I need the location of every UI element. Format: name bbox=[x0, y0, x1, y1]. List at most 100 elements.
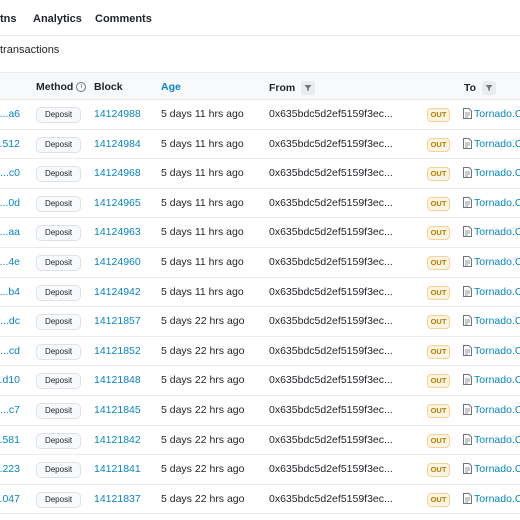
table-row: dc... Deposit 14121857 5 days 22 hrs ago 0x6… bbox=[0, 307, 520, 337]
from-address[interactable]: 0x635bdc5d2ef5159f3ec... bbox=[269, 434, 393, 446]
header-method: Method i bbox=[36, 81, 87, 93]
from-address[interactable]: 0x635bdc5d2ef5159f3ec... bbox=[269, 138, 393, 150]
table-row: a6... Deposit 14124988 5 days 11 hrs ago 0x6… bbox=[0, 100, 520, 130]
direction-badge: OUT bbox=[427, 108, 450, 122]
to-address-link[interactable]: Tornado.Ca bbox=[474, 315, 520, 327]
direction-badge: OUT bbox=[427, 315, 450, 330]
from-address[interactable]: 0x635bdc5d2ef5159f3ec... bbox=[269, 108, 393, 120]
txn-hash-link[interactable]: a6... bbox=[0, 108, 20, 120]
to-address-link[interactable]: Tornado.Ca bbox=[474, 463, 520, 475]
from-address[interactable]: 0x635bdc5d2ef5159f3ec... bbox=[269, 226, 393, 238]
table-row: c7... Deposit 14121845 5 days 22 hrs ago 0x6… bbox=[0, 396, 520, 426]
block-link[interactable]: 14121841 bbox=[94, 463, 141, 475]
table-row: 0d... Deposit 14124965 5 days 11 hrs ago 0x6… bbox=[0, 189, 520, 219]
header-age[interactable]: Age bbox=[161, 81, 181, 93]
block-link[interactable]: 14124942 bbox=[94, 286, 141, 298]
from-address[interactable]: 0x635bdc5d2ef5159f3ec... bbox=[269, 167, 393, 179]
method-badge: Deposit bbox=[36, 373, 81, 390]
from-address[interactable]: 0x635bdc5d2ef5159f3ec... bbox=[269, 345, 393, 357]
method-badge: Deposit bbox=[36, 402, 81, 419]
block-link[interactable]: 14121842 bbox=[94, 434, 141, 446]
method-badge: Deposit bbox=[36, 254, 81, 271]
to-address-link[interactable]: Tornado.Ca bbox=[474, 434, 520, 446]
txn-hash-link[interactable]: aa... bbox=[0, 226, 20, 238]
block-link[interactable]: 14121857 bbox=[94, 315, 141, 327]
from-address[interactable]: 0x635bdc5d2ef5159f3ec... bbox=[269, 374, 393, 386]
header-from: From bbox=[269, 81, 316, 95]
document-icon bbox=[463, 285, 472, 297]
from-filter-icon[interactable] bbox=[301, 81, 316, 95]
direction-badge: OUT bbox=[427, 167, 450, 182]
to-address-link[interactable]: Tornado.Ca bbox=[474, 374, 520, 386]
block-link[interactable]: 14121845 bbox=[94, 404, 141, 416]
tab-transactions[interactable]: tns bbox=[0, 13, 17, 25]
tab-comments[interactable]: Comments bbox=[95, 13, 152, 25]
to-address-link[interactable]: Tornado.Ca bbox=[474, 138, 520, 150]
txn-hash-link[interactable]: c7... bbox=[0, 404, 20, 416]
block-link[interactable]: 14121837 bbox=[94, 493, 141, 505]
from-address[interactable]: 0x635bdc5d2ef5159f3ec... bbox=[269, 404, 393, 416]
to-address-link[interactable]: Tornado.Ca bbox=[474, 345, 520, 357]
to-filter-icon[interactable] bbox=[482, 81, 497, 95]
document-icon bbox=[463, 255, 472, 267]
direction-badge: OUT bbox=[427, 403, 450, 418]
direction-badge: OUT bbox=[427, 137, 450, 152]
document-icon bbox=[463, 167, 472, 179]
from-address[interactable]: 0x635bdc5d2ef5159f3ec... bbox=[269, 493, 393, 505]
method-badge: Deposit bbox=[36, 166, 81, 183]
block-link[interactable]: 14124968 bbox=[94, 167, 141, 179]
txn-hash-link[interactable]: 0d... bbox=[0, 197, 20, 209]
txn-hash-link[interactable]: 047... bbox=[0, 493, 20, 505]
txn-hash-link[interactable]: 581... bbox=[0, 434, 20, 446]
age-text: 5 days 22 hrs ago bbox=[161, 315, 245, 328]
to-address-link[interactable]: Tornado.Ca bbox=[474, 256, 520, 268]
txn-hash-link[interactable]: b4... bbox=[0, 286, 20, 298]
to-address-link[interactable]: Tornado.Ca bbox=[474, 108, 520, 120]
document-icon bbox=[463, 344, 472, 356]
from-address[interactable]: 0x635bdc5d2ef5159f3ec... bbox=[269, 463, 393, 475]
to-address-link[interactable]: Tornado.Ca bbox=[474, 404, 520, 416]
to-address-link[interactable]: Tornado.Ca bbox=[474, 226, 520, 238]
to-address-link[interactable]: Tornado.Ca bbox=[474, 493, 520, 505]
from-address[interactable]: 0x635bdc5d2ef5159f3ec... bbox=[269, 256, 393, 268]
block-link[interactable]: 14124984 bbox=[94, 138, 141, 150]
direction-badge: OUT bbox=[427, 196, 450, 211]
txn-hash-link[interactable]: d10... bbox=[0, 374, 20, 386]
block-link[interactable]: 14124960 bbox=[94, 256, 141, 268]
table-row: 047... Deposit 14121837 5 days 22 hrs ago 0x… bbox=[0, 485, 520, 515]
txn-hash-link[interactable]: 223... bbox=[0, 463, 20, 475]
from-address[interactable]: 0x635bdc5d2ef5159f3ec... bbox=[269, 197, 393, 209]
direction-badge: OUT bbox=[427, 492, 450, 507]
txn-hash-link[interactable]: 4e... bbox=[0, 256, 20, 268]
block-link[interactable]: 14121848 bbox=[94, 374, 141, 386]
block-link[interactable]: 14121852 bbox=[94, 345, 141, 357]
block-link[interactable]: 14124965 bbox=[94, 197, 141, 209]
age-text: 5 days 11 hrs ago bbox=[161, 196, 244, 209]
txn-hash-link[interactable]: cd... bbox=[0, 345, 20, 357]
to-address-link[interactable]: Tornado.Ca bbox=[474, 167, 520, 179]
txn-hash-link[interactable]: dc... bbox=[0, 315, 20, 327]
to-address-link[interactable]: Tornado.Ca bbox=[474, 197, 520, 209]
table-row: 581... Deposit 14121842 5 days 22 hrs ago 0x… bbox=[0, 426, 520, 456]
info-circle-icon[interactable]: i bbox=[76, 82, 87, 92]
block-link[interactable]: 14124963 bbox=[94, 226, 141, 238]
age-text: 5 days 22 hrs ago bbox=[161, 374, 245, 387]
method-badge: Deposit bbox=[36, 225, 81, 242]
method-badge: Deposit bbox=[36, 314, 81, 331]
txn-hash-link[interactable]: c0... bbox=[0, 167, 20, 179]
from-address[interactable]: 0x635bdc5d2ef5159f3ec... bbox=[269, 315, 393, 327]
table-row: 223... Deposit 14121841 5 days 22 hrs ago 0x… bbox=[0, 455, 520, 485]
header-method-label: Method bbox=[36, 81, 74, 93]
method-badge: Deposit bbox=[36, 462, 81, 479]
txn-hash-link[interactable]: 512... bbox=[0, 138, 20, 150]
table-row: aa... Deposit 14124963 5 days 11 hrs ago 0x6… bbox=[0, 218, 520, 248]
tab-analytics[interactable]: Analytics bbox=[33, 13, 82, 25]
block-link[interactable]: 14124988 bbox=[94, 108, 141, 120]
table-body: a6... Deposit 14124988 5 days 11 hrs ago 0x6… bbox=[0, 100, 520, 515]
direction-badge: OUT bbox=[427, 285, 450, 300]
method-badge: Deposit bbox=[36, 491, 81, 508]
to-address-link[interactable]: Tornado.Ca bbox=[474, 286, 520, 298]
from-address[interactable]: 0x635bdc5d2ef5159f3ec... bbox=[269, 286, 393, 298]
direction-badge: OUT bbox=[427, 255, 450, 270]
method-badge: Deposit bbox=[36, 195, 81, 212]
